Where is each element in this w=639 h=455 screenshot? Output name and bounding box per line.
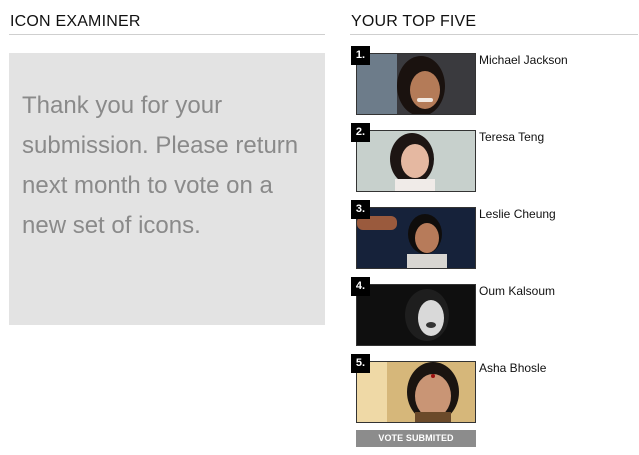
top-five-item[interactable]: 5. Asha Bhosle xyxy=(351,354,581,427)
icon-examiner-title: ICON EXAMINER xyxy=(10,13,141,30)
artist-name: Teresa Teng xyxy=(479,130,545,144)
thank-you-message: Thank you for your submission. Please re… xyxy=(22,92,299,239)
rank-badge: 4. xyxy=(351,277,370,296)
top-five-title: YOUR TOP FIVE xyxy=(351,13,477,30)
rank-badge: 3. xyxy=(351,200,370,219)
rank-badge: 1. xyxy=(351,46,370,65)
message-panel: Thank you for your submission. Please re… xyxy=(9,53,325,325)
artist-name: Leslie Cheung xyxy=(479,207,556,221)
top-five-item[interactable]: 2. Teresa Teng xyxy=(351,123,581,196)
top-five-divider xyxy=(350,34,638,35)
rank-badge: 5. xyxy=(351,354,370,373)
vote-submitted-button[interactable]: VOTE SUBMITED xyxy=(356,430,476,447)
top-five-item[interactable]: 3. Leslie Cheung xyxy=(351,200,581,273)
artist-name: Asha Bhosle xyxy=(479,361,547,375)
artist-name: Oum Kalsoum xyxy=(479,284,556,298)
artist-photo xyxy=(356,53,476,115)
artist-photo xyxy=(356,130,476,192)
artist-photo xyxy=(356,361,476,423)
top-five-item[interactable]: 1. Michael Jackson xyxy=(351,46,581,119)
artist-photo xyxy=(356,207,476,269)
artist-photo xyxy=(356,284,476,346)
rank-badge: 2. xyxy=(351,123,370,142)
top-five-item[interactable]: 4. Oum Kalsoum xyxy=(351,277,581,350)
artist-name: Michael Jackson xyxy=(479,53,568,67)
icon-examiner-divider xyxy=(9,34,325,35)
